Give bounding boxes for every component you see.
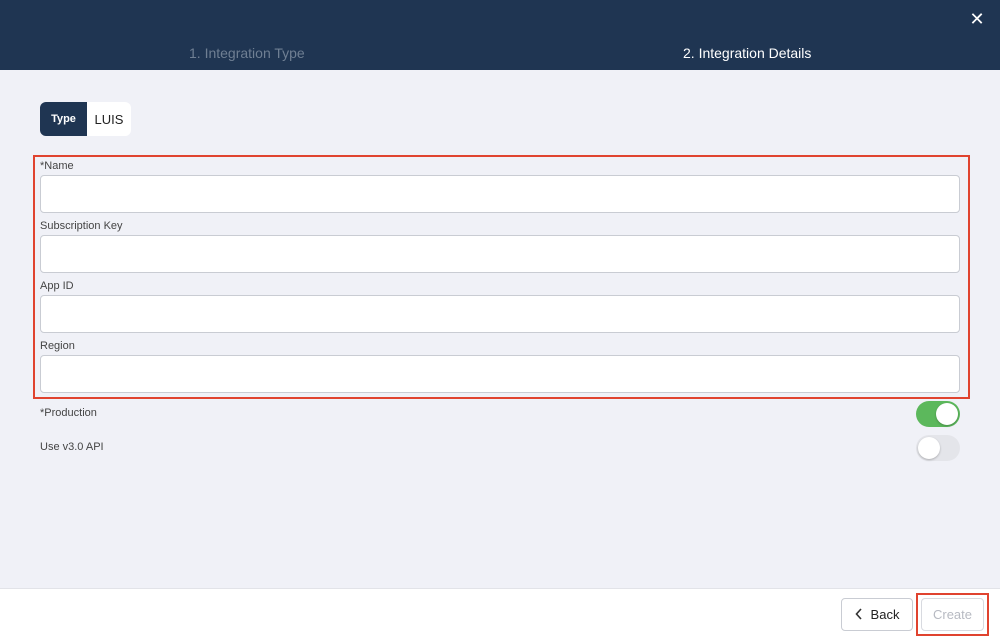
back-button-label: Back	[870, 607, 900, 622]
create-button[interactable]: Create	[921, 598, 984, 631]
back-button[interactable]: Back	[841, 598, 913, 631]
name-field[interactable]	[40, 175, 960, 213]
region-label: Region	[40, 340, 75, 352]
app-id-label: App ID	[40, 280, 74, 292]
integration-type-badge: Type LUIS	[40, 102, 131, 136]
subscription-key-field[interactable]	[40, 235, 960, 273]
close-icon[interactable]: ✕	[968, 10, 986, 28]
region-field[interactable]	[40, 355, 960, 393]
step-integration-details: 2. Integration Details	[683, 45, 812, 61]
create-button-label: Create	[932, 607, 973, 622]
type-value: LUIS	[94, 111, 124, 127]
step-integration-type[interactable]: 1. Integration Type	[189, 45, 305, 61]
toggle-knob	[936, 403, 958, 425]
type-label: Type	[40, 102, 87, 136]
use-v3-api-label: Use v3.0 API	[40, 441, 104, 453]
name-field-label: *Name	[40, 160, 74, 172]
production-toggle[interactable]	[916, 401, 960, 427]
modal-header: ✕ 1. Integration Type 2. Integration Det…	[0, 0, 1000, 70]
chevron-left-icon	[854, 607, 863, 623]
toggle-knob	[918, 437, 940, 459]
subscription-key-label: Subscription Key	[40, 220, 123, 232]
use-v3-api-toggle[interactable]	[916, 435, 960, 461]
app-id-field[interactable]	[40, 295, 960, 333]
production-label: *Production	[40, 407, 97, 419]
